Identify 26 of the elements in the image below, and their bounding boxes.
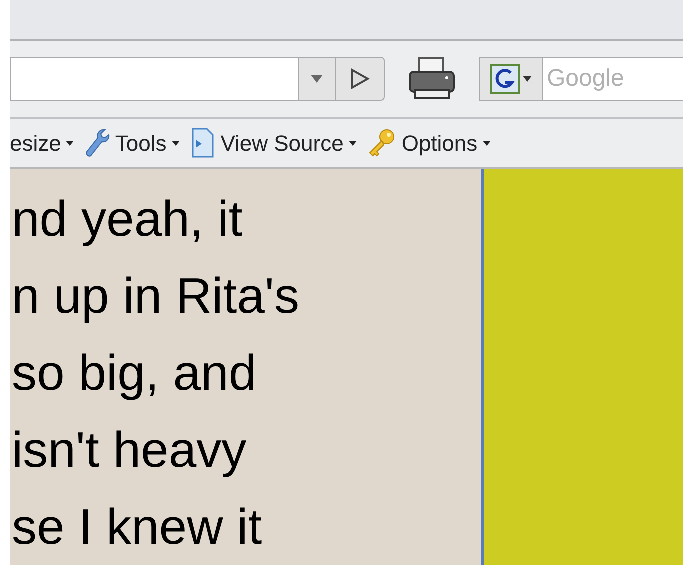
dropdown-button[interactable]	[299, 57, 335, 101]
key-icon	[366, 128, 397, 158]
wrench-icon	[84, 128, 110, 158]
text-line: se I knew it	[11, 498, 264, 557]
address-field[interactable]	[10, 57, 299, 101]
go-button[interactable]	[335, 57, 385, 101]
caret-icon	[172, 140, 180, 146]
caret-icon	[348, 140, 357, 146]
text-line: n up in Rita's	[11, 267, 300, 326]
search-engine-icon	[490, 64, 520, 94]
search-engine-button[interactable]	[479, 57, 543, 101]
printer-icon[interactable]	[407, 56, 457, 102]
toolbar-menu-button[interactable]: View Source	[190, 126, 357, 160]
toolbar-menu-button[interactable]: Tools	[84, 126, 180, 160]
play-icon	[350, 68, 370, 90]
text-line: so big, and	[11, 344, 258, 403]
search-field[interactable]: Google	[543, 57, 683, 101]
caret-icon	[482, 140, 491, 146]
caret-icon	[523, 76, 532, 82]
caret-icon	[311, 75, 323, 83]
text-line: nd yeah, it	[11, 190, 244, 249]
document-icon	[190, 128, 216, 158]
caret-icon	[66, 140, 74, 146]
toolbar-menu-button[interactable]: esize	[10, 126, 74, 160]
toolbar-menu-button[interactable]: Options	[366, 126, 491, 160]
text-line: isn't heavy	[11, 421, 248, 480]
